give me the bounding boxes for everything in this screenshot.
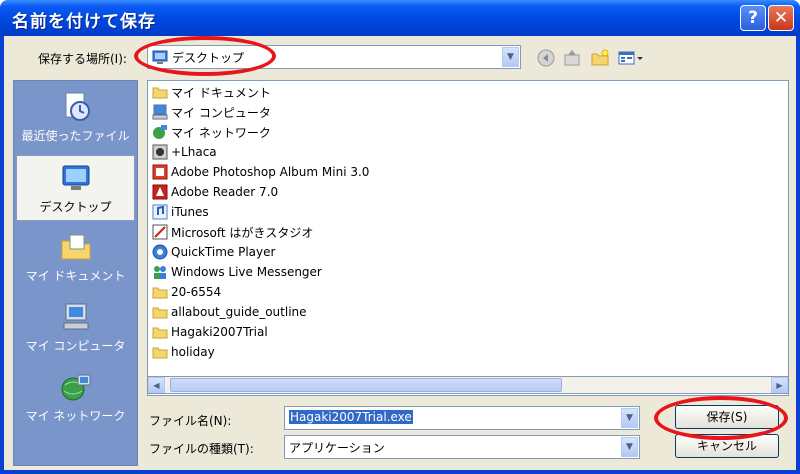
shortcut-icon <box>152 264 168 280</box>
folder-docs-icon <box>152 84 168 100</box>
my-documents-icon <box>60 231 92 263</box>
shortcut-icon <box>152 184 168 200</box>
my-network-icon <box>60 371 92 403</box>
folder-icon <box>152 284 168 300</box>
shortcut-icon <box>152 144 168 160</box>
new-folder-icon[interactable] <box>590 48 610 68</box>
filetype-value: アプリケーション <box>289 441 385 455</box>
places-my-documents[interactable]: マイ ドキュメント <box>16 225 135 291</box>
file-name: allabout_guide_outline <box>171 305 307 319</box>
folder-icon <box>152 304 168 320</box>
shortcut-icon <box>152 244 168 260</box>
list-item[interactable]: Adobe Photoshop Album Mini 3.0 <box>152 162 369 182</box>
list-item[interactable]: holiday <box>152 342 215 362</box>
my-computer-icon <box>60 301 92 333</box>
places-recent[interactable]: 最近使ったファイル <box>16 85 135 151</box>
list-item[interactable]: allabout_guide_outline <box>152 302 307 322</box>
filename-value: Hagaki2007Trial.exe <box>289 410 413 424</box>
network-icon <box>152 124 168 140</box>
file-name: holiday <box>171 345 215 359</box>
list-item[interactable]: マイ ネットワーク <box>152 122 271 142</box>
scroll-left-icon[interactable]: ◀ <box>148 377 165 393</box>
recent-files-icon <box>60 91 92 123</box>
close-button[interactable]: ✕ <box>768 5 794 31</box>
file-name: マイ ネットワーク <box>171 125 271 140</box>
file-name: Adobe Reader 7.0 <box>171 185 279 199</box>
list-item[interactable]: Windows Live Messenger <box>152 262 322 282</box>
file-name: 20-6554 <box>171 285 222 299</box>
file-name: iTunes <box>171 205 209 219</box>
places-my-network[interactable]: マイ ネットワーク <box>16 365 135 431</box>
help-button[interactable]: ? <box>740 5 766 31</box>
places-my-network-label: マイ ネットワーク <box>25 409 126 423</box>
highlight-ring-location <box>134 36 276 76</box>
places-recent-label: 最近使ったファイル <box>21 129 130 143</box>
scroll-thumb[interactable] <box>170 378 562 392</box>
file-name: +Lhaca <box>171 145 217 159</box>
list-item[interactable]: QuickTime Player <box>152 242 275 262</box>
list-item[interactable]: +Lhaca <box>152 142 217 162</box>
places-my-computer-label: マイ コンピュータ <box>25 339 126 353</box>
scroll-right-icon[interactable]: ▶ <box>771 377 788 393</box>
file-name: マイ コンピュータ <box>171 105 271 120</box>
computer-icon <box>152 104 168 120</box>
file-name: マイ ドキュメント <box>171 85 271 100</box>
location-label: 保存する場所(I): <box>38 52 127 66</box>
list-item[interactable]: Hagaki2007Trial <box>152 322 268 342</box>
file-name: Microsoft はがきスタジオ <box>171 225 314 240</box>
filename-label: ファイル名(N): <box>149 414 232 428</box>
dialog-body: 保存する場所(I): デスクトップ ▼ 最近使ったファイル デスクトップ マイ … <box>4 36 796 470</box>
filetype-select[interactable]: アプリケーション ▼ <box>284 435 640 459</box>
list-item[interactable]: Adobe Reader 7.0 <box>152 182 278 202</box>
file-name: Windows Live Messenger <box>171 265 322 279</box>
filetype-label: ファイルの種類(T): <box>149 442 254 456</box>
title-bar[interactable]: 名前を付けて保存 ? ✕ <box>0 0 800 36</box>
places-my-documents-label: マイ ドキュメント <box>25 269 126 283</box>
shortcut-icon <box>152 224 168 240</box>
chevron-down-icon[interactable]: ▼ <box>621 408 638 428</box>
file-name: Hagaki2007Trial <box>171 325 268 339</box>
file-name: Adobe Photoshop Album Mini 3.0 <box>171 165 370 179</box>
filename-field[interactable]: Hagaki2007Trial.exe ▼ <box>284 406 640 430</box>
list-item[interactable]: iTunes <box>152 202 209 222</box>
chevron-down-icon[interactable]: ▼ <box>502 47 519 67</box>
places-desktop-label: デスクトップ <box>39 200 112 214</box>
list-item[interactable]: マイ ドキュメント <box>152 82 271 102</box>
folder-icon <box>152 324 168 340</box>
list-item[interactable]: Microsoft はがきスタジオ <box>152 222 313 242</box>
file-name: QuickTime Player <box>171 245 276 259</box>
desktop-icon <box>60 162 92 194</box>
up-folder-icon[interactable] <box>562 48 582 68</box>
window-title: 名前を付けて保存 <box>12 12 156 32</box>
folder-icon <box>152 344 168 360</box>
list-item[interactable]: マイ コンピュータ <box>152 102 271 122</box>
view-menu-icon[interactable] <box>618 48 644 68</box>
places-my-computer[interactable]: マイ コンピュータ <box>16 295 135 361</box>
chevron-down-icon[interactable]: ▼ <box>621 437 638 457</box>
back-icon[interactable] <box>536 48 556 68</box>
horizontal-scrollbar[interactable]: ◀ ▶ <box>147 376 789 394</box>
list-item[interactable]: 20-6554 <box>152 282 221 302</box>
shortcut-icon <box>152 164 168 180</box>
shortcut-icon <box>152 204 168 220</box>
places-bar: 最近使ったファイル デスクトップ マイ ドキュメント マイ コンピュータ マイ … <box>13 80 138 466</box>
save-as-dialog: 名前を付けて保存 ? ✕ 保存する場所(I): デスクトップ ▼ 最近使ったファ… <box>0 0 800 474</box>
places-desktop[interactable]: デスクトップ <box>16 155 135 221</box>
highlight-ring-save <box>654 396 788 440</box>
file-list[interactable]: マイ ドキュメント マイ コンピュータ マイ ネットワーク +Lhaca Ado… <box>147 80 789 396</box>
